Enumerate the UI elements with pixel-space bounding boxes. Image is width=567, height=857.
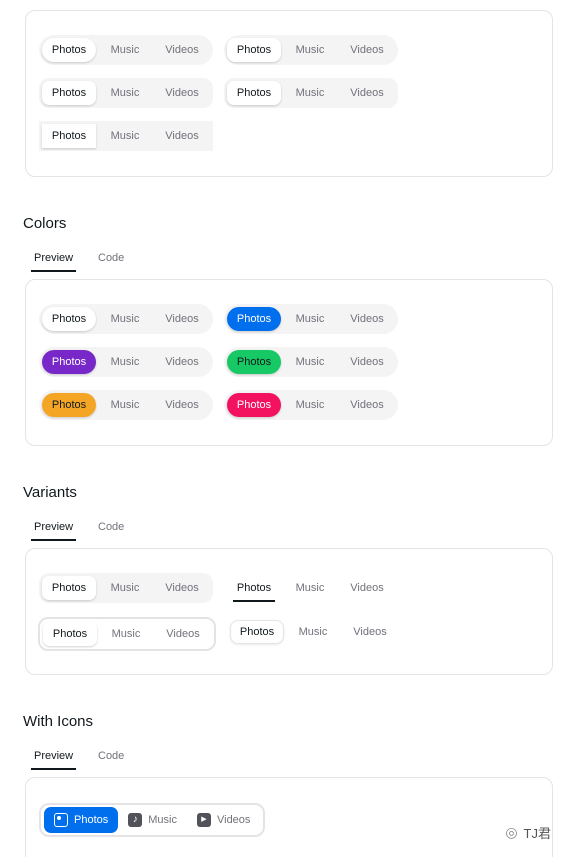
tab-photos[interactable]: Photos — [43, 622, 97, 646]
tab-videos[interactable]: Videos — [154, 124, 210, 148]
tab-music[interactable]: Music — [96, 350, 154, 374]
tabs-color-secondary: Photos Music Videos — [39, 347, 213, 377]
tab-videos[interactable]: Videos — [154, 81, 210, 105]
tab-videos[interactable]: Videos — [154, 350, 210, 374]
tab-photos[interactable]: Photos — [42, 38, 96, 62]
section-title-colors: Colors — [23, 215, 67, 232]
tabs-color-success: Photos Music Videos — [224, 347, 398, 377]
tab-code[interactable]: Code — [98, 519, 124, 541]
tab-photos[interactable]: Photos — [42, 576, 96, 600]
tab-preview[interactable]: Preview — [30, 250, 77, 272]
tab-music[interactable]: Music — [96, 576, 154, 600]
tabs-color-warning: Photos Music Videos — [39, 390, 213, 420]
tab-videos[interactable]: ▶ Videos — [187, 807, 260, 833]
tab-photos[interactable]: Photos — [44, 807, 119, 833]
tab-videos[interactable]: Videos — [339, 350, 395, 374]
tabs-color-danger: Photos Music Videos — [224, 390, 398, 420]
tabs-color-default: Photos Music Videos — [39, 304, 213, 334]
tab-music[interactable]: Music — [284, 620, 342, 644]
tab-photos[interactable]: Photos — [42, 307, 96, 331]
tab-music[interactable]: Music — [281, 81, 339, 105]
music-note-icon: ♪ — [128, 813, 143, 827]
tabs-radius-md: Photos Music Videos — [224, 78, 398, 108]
tab-photos[interactable]: Photos — [42, 350, 96, 374]
icons-preview-card: Photos ♪ Music ▶ Videos — [25, 777, 553, 857]
tab-videos[interactable]: Videos — [342, 620, 398, 644]
tab-photos[interactable]: Photos — [227, 350, 281, 374]
tabs-variant-bordered: Photos Music Videos — [38, 617, 216, 651]
section-title-variants: Variants — [23, 484, 77, 501]
tab-photos[interactable]: Photos — [230, 620, 284, 644]
tabs-variant-light: Photos Music Videos — [227, 617, 401, 647]
tab-photos[interactable]: Photos — [42, 393, 96, 417]
tab-music[interactable]: Music — [281, 393, 339, 417]
tabs-radius-lg: Photos Music Videos — [39, 78, 213, 108]
watermark-text: TJ君 — [523, 826, 551, 841]
tab-videos[interactable]: Videos — [339, 307, 395, 331]
tab-videos[interactable]: Videos — [339, 393, 395, 417]
tabs-color-primary: Photos Music Videos — [224, 304, 398, 334]
tab-videos[interactable]: Videos — [154, 576, 210, 600]
tab-photos[interactable]: Photos — [227, 576, 281, 602]
gallery-icon — [54, 813, 68, 827]
tabs-variant-solid: Photos Music Videos — [39, 573, 213, 603]
tab-videos[interactable]: Videos — [155, 622, 211, 646]
tab-photos[interactable]: Photos — [227, 38, 281, 62]
tab-music[interactable]: Music — [281, 576, 339, 600]
tab-code[interactable]: Code — [98, 250, 124, 272]
variants-preview-card: Photos Music Videos Photos Music Videos … — [25, 548, 553, 675]
watermark: ◎ TJ君 — [505, 823, 551, 842]
tab-label: Music — [148, 814, 177, 826]
tab-preview[interactable]: Preview — [30, 519, 77, 541]
tab-photos[interactable]: Photos — [42, 124, 96, 148]
tab-photos[interactable]: Photos — [227, 393, 281, 417]
tab-videos[interactable]: Videos — [154, 38, 210, 62]
section-title-with-icons: With Icons — [23, 713, 94, 730]
tab-label: Videos — [216, 814, 251, 826]
tab-music[interactable]: Music — [281, 307, 339, 331]
tab-photos[interactable]: Photos — [42, 81, 96, 105]
tabs-variant-underlined: Photos Music Videos — [224, 573, 398, 603]
tab-music[interactable]: Music — [96, 393, 154, 417]
tab-photos[interactable]: Photos — [227, 81, 281, 105]
tab-videos[interactable]: Videos — [154, 393, 210, 417]
tab-videos[interactable]: Videos — [339, 38, 395, 62]
tabs-with-icons: Photos ♪ Music ▶ Videos — [39, 803, 266, 837]
tab-music[interactable]: Music — [281, 38, 339, 62]
tab-music[interactable]: ♪ Music — [118, 807, 187, 833]
tab-preview[interactable]: Preview — [30, 748, 77, 770]
colors-preview-card: Photos Music Videos Photos Music Videos … — [25, 279, 553, 446]
video-icon: ▶ — [196, 813, 211, 827]
tab-music[interactable]: Music — [96, 124, 154, 148]
wechat-icon: ◎ — [505, 824, 518, 840]
tab-videos[interactable]: Videos — [339, 576, 395, 600]
tab-videos[interactable]: Videos — [339, 81, 395, 105]
tabs-radius-full: Photos Music Videos — [39, 35, 213, 65]
tabs-radius-none: Photos Music Videos — [39, 121, 213, 151]
tab-music[interactable]: Music — [96, 38, 154, 62]
tab-music[interactable]: Music — [96, 81, 154, 105]
radius-preview-card: Photos Music Videos Photos Music Videos … — [25, 10, 553, 177]
tab-label: Photos — [74, 814, 109, 826]
tab-photos[interactable]: Photos — [227, 307, 281, 331]
tab-music[interactable]: Music — [97, 622, 155, 646]
tab-music[interactable]: Music — [96, 307, 154, 331]
tab-code[interactable]: Code — [98, 748, 124, 770]
tab-videos[interactable]: Videos — [154, 307, 210, 331]
tabs-radius-full-2: Photos Music Videos — [224, 35, 398, 65]
tab-music[interactable]: Music — [281, 350, 339, 374]
